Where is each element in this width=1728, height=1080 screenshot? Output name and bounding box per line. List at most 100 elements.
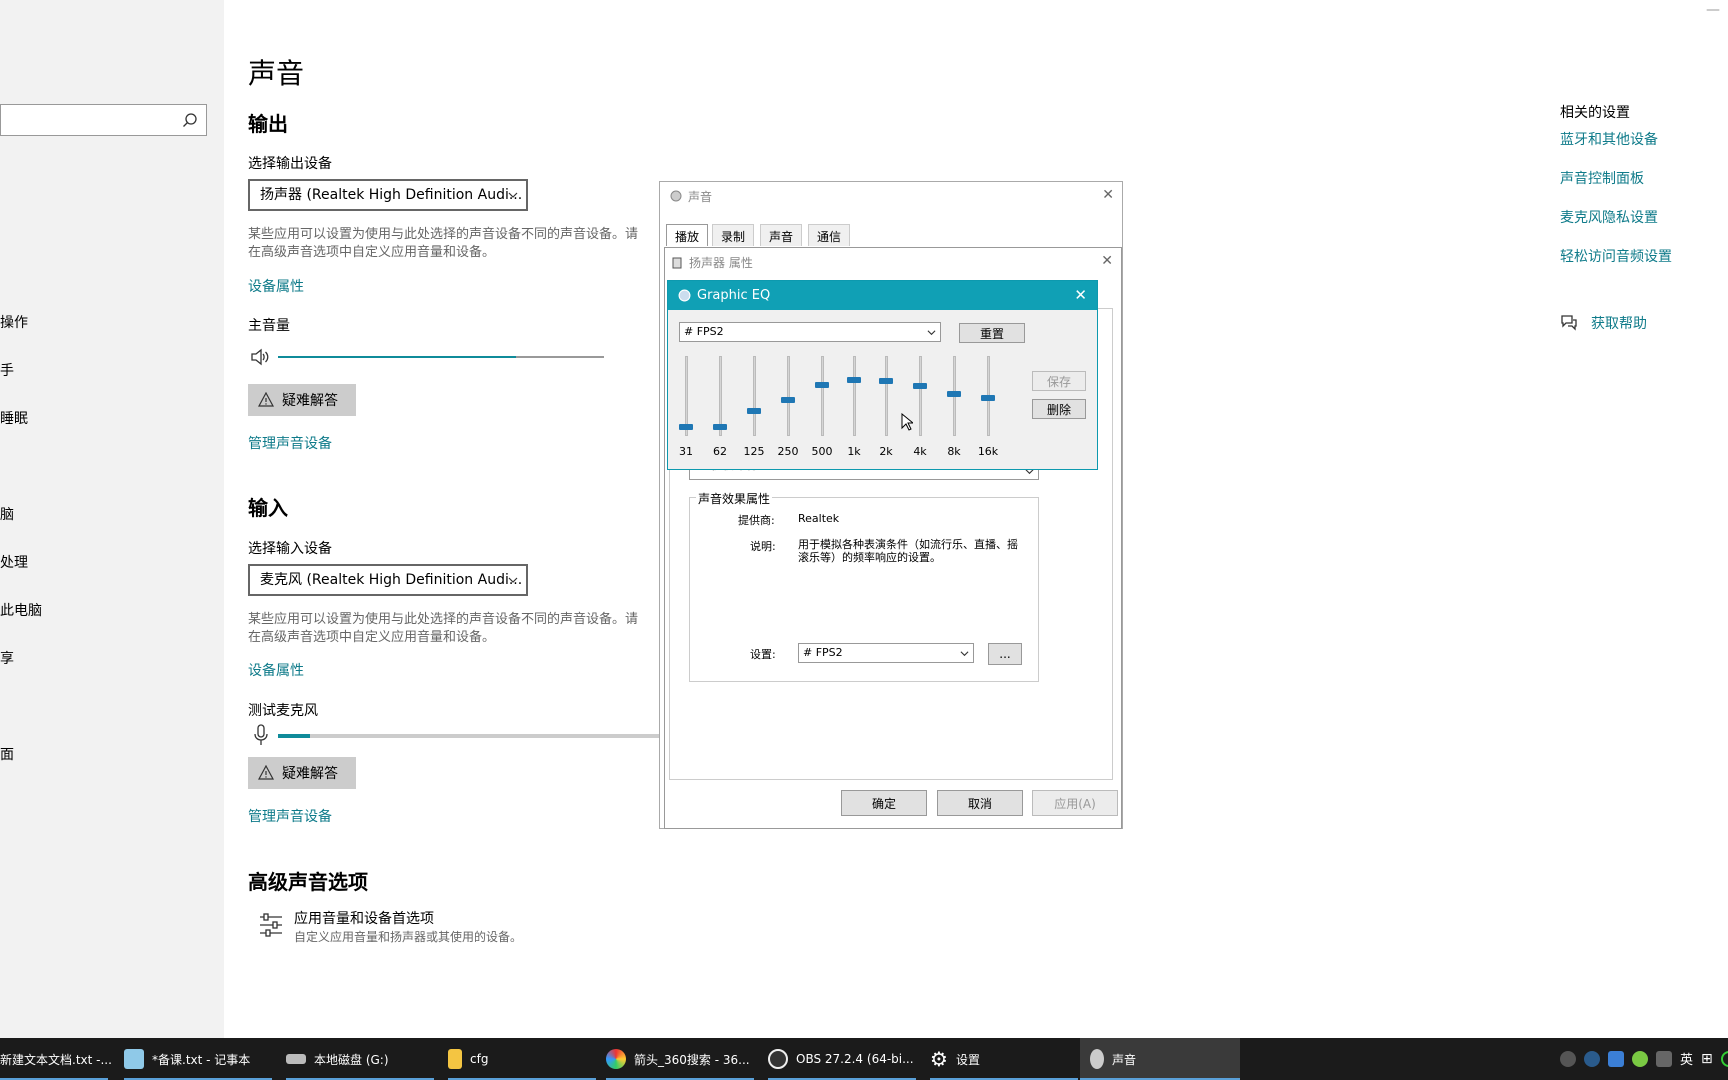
tab-playback[interactable]: 播放: [666, 224, 709, 246]
ok-button[interactable]: 确定: [841, 790, 927, 816]
eq-band-track: [753, 356, 756, 436]
eq-band-label: 8k: [947, 445, 961, 458]
tray-app-icon[interactable]: [1560, 1050, 1576, 1067]
eq-band-slider[interactable]: [910, 356, 930, 436]
microphone-privacy-link[interactable]: 麦克风隐私设置: [1560, 207, 1658, 227]
input-device-dropdown[interactable]: 麦克风 (Realtek High Definition Audi...: [248, 564, 528, 596]
setting-dropdown[interactable]: # FPS2: [798, 643, 974, 663]
keyboard-grid-icon[interactable]: ⊞: [1701, 1051, 1713, 1067]
warning-icon: [258, 392, 274, 407]
eq-band-track: [919, 356, 922, 436]
eq-band-thumb[interactable]: [713, 424, 727, 431]
eq-band-slider[interactable]: [876, 356, 896, 436]
get-help-link[interactable]: 获取帮助: [1591, 313, 1647, 333]
eq-band-label: 2k: [879, 445, 893, 458]
taskbar-item-sound[interactable]: 声音: [1080, 1038, 1240, 1080]
sidebar-item[interactable]: 此电脑: [0, 600, 42, 620]
tray-pen-icon[interactable]: [1656, 1050, 1672, 1067]
sidebar-item[interactable]: 手: [0, 360, 14, 380]
sound-dialog-tabs: 播放 录制 声音 通信: [666, 224, 966, 246]
minimize-icon[interactable]: —: [1706, 2, 1720, 18]
taskbar-item-label: 新建文本文档.txt -...: [0, 1052, 112, 1067]
speaker-icon: [670, 190, 682, 202]
eq-save-button[interactable]: 保存: [1032, 371, 1086, 391]
sidebar-item[interactable]: 处理: [0, 552, 28, 572]
taskbar-item-label: 本地磁盘 (G:): [314, 1052, 389, 1067]
input-device-properties-link[interactable]: 设备属性: [248, 660, 304, 680]
input-manage-devices-link[interactable]: 管理声音设备: [248, 806, 332, 826]
eq-titlebar: Graphic EQ ✕: [668, 281, 1097, 310]
taskbar-item-settings[interactable]: ⚙ 设置: [930, 1038, 1078, 1080]
taskbar-item-notepad-new[interactable]: 新建文本文档.txt -...: [0, 1038, 112, 1080]
eq-band-slider[interactable]: [844, 356, 864, 436]
eq-band-slider[interactable]: [812, 356, 832, 436]
app-volume-preferences[interactable]: 应用音量和设备首选项 自定义应用音量和扬声器或其使用的设备。: [248, 906, 548, 948]
effect-properties-group: 声音效果属性 提供商: Realtek 说明: 用于模拟各种表演条件（如流行乐、…: [689, 490, 1039, 682]
taskbar: 新建文本文档.txt -... *备课.txt - 记事本 本地磁盘 (G:) …: [0, 1038, 1728, 1080]
output-troubleshoot-button[interactable]: 疑难解答: [248, 384, 356, 416]
eq-band-thumb[interactable]: [913, 383, 927, 390]
eq-band-thumb[interactable]: [679, 424, 693, 431]
tab-communications[interactable]: 通信: [808, 224, 851, 246]
speaker-icon[interactable]: [250, 347, 270, 367]
eq-band-track: [885, 356, 888, 436]
chevron-down-icon: [508, 192, 518, 198]
output-device-properties-link[interactable]: 设备属性: [248, 276, 304, 296]
taskbar-item-label: OBS 27.2.4 (64-bi...: [796, 1052, 914, 1066]
eq-band-slider[interactable]: [676, 356, 696, 436]
tab-recording[interactable]: 录制: [712, 224, 755, 246]
bluetooth-devices-link[interactable]: 蓝牙和其他设备: [1560, 129, 1658, 149]
eq-reset-button[interactable]: 重置: [959, 323, 1025, 343]
eq-band-slider[interactable]: [710, 356, 730, 436]
cancel-button[interactable]: 取消: [937, 790, 1023, 816]
ime-indicator[interactable]: 英: [1680, 1049, 1693, 1068]
eq-band-slider[interactable]: [944, 356, 964, 436]
taskbar-item-label: 箭头_360搜索 - 36...: [634, 1052, 750, 1067]
input-troubleshoot-button[interactable]: 疑难解答: [248, 757, 356, 789]
search-input[interactable]: [0, 104, 207, 136]
chevron-down-icon: [927, 330, 936, 336]
taskbar-item-drive-g[interactable]: 本地磁盘 (G:): [286, 1038, 434, 1080]
tray-check-icon[interactable]: [1608, 1050, 1624, 1067]
tray-status-icon[interactable]: [1720, 1050, 1728, 1067]
advanced-section-title: 高级声音选项: [248, 870, 368, 894]
eq-band-thumb[interactable]: [879, 378, 893, 385]
taskbar-item-cfg-folder[interactable]: cfg: [448, 1038, 596, 1080]
eq-delete-button[interactable]: 删除: [1032, 399, 1086, 419]
sidebar-item[interactable]: 操作: [0, 312, 28, 332]
sidebar-item[interactable]: 脑: [0, 504, 14, 524]
taskbar-item-obs[interactable]: OBS 27.2.4 (64-bi...: [768, 1038, 916, 1080]
eq-band-thumb[interactable]: [815, 381, 829, 388]
more-settings-button[interactable]: ...: [988, 643, 1022, 665]
sidebar-item[interactable]: 享: [0, 648, 14, 668]
troubleshoot-label: 疑难解答: [282, 766, 338, 782]
sound-control-panel-link[interactable]: 声音控制面板: [1560, 168, 1644, 188]
tray-plus-icon[interactable]: [1632, 1050, 1648, 1067]
taskbar-item-360-browser[interactable]: 箭头_360搜索 - 36...: [606, 1038, 754, 1080]
eq-band-slider[interactable]: [778, 356, 798, 436]
sidebar-item[interactable]: 面: [0, 744, 14, 764]
steam-icon[interactable]: [1584, 1050, 1600, 1067]
eq-band-thumb[interactable]: [947, 390, 961, 397]
taskbar-item-notepad[interactable]: *备课.txt - 记事本: [124, 1038, 272, 1080]
eq-band-slider[interactable]: [978, 356, 998, 436]
output-manage-devices-link[interactable]: 管理声音设备: [248, 433, 332, 453]
input-select-label: 选择输入设备: [248, 541, 332, 557]
eq-band-thumb[interactable]: [981, 395, 995, 402]
close-icon[interactable]: ✕: [1074, 286, 1087, 304]
close-icon[interactable]: ✕: [1101, 253, 1113, 269]
tab-sounds[interactable]: 声音: [760, 224, 803, 246]
eq-band-label: 500: [811, 445, 833, 458]
close-icon[interactable]: ✕: [1102, 187, 1114, 203]
taskbar-item-label: cfg: [470, 1052, 489, 1066]
apply-button[interactable]: 应用(A): [1032, 790, 1118, 816]
eq-band-thumb[interactable]: [847, 376, 861, 383]
sidebar-item[interactable]: 睡眠: [0, 408, 28, 428]
eq-band-thumb[interactable]: [781, 396, 795, 403]
ease-of-access-audio-link[interactable]: 轻松访问音频设置: [1560, 246, 1672, 266]
output-device-dropdown[interactable]: 扬声器 (Realtek High Definition Audi...: [248, 179, 528, 211]
eq-preset-dropdown[interactable]: # FPS2: [679, 322, 941, 342]
eq-band-slider[interactable]: [744, 356, 764, 436]
eq-band-thumb[interactable]: [747, 407, 761, 414]
obs-icon: [768, 1049, 788, 1069]
